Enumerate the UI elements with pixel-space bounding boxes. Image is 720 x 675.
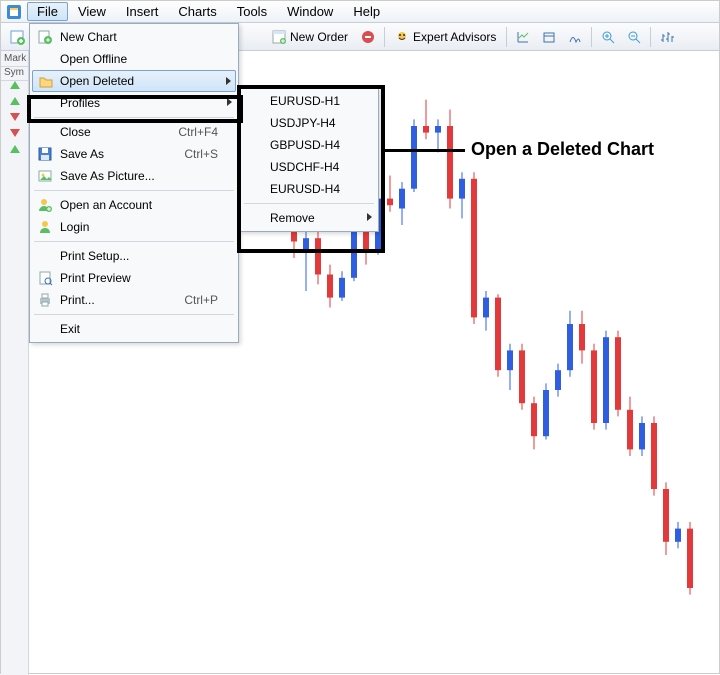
symbol-down-icon — [10, 113, 20, 121]
menu-item-label: Print Setup... — [60, 249, 129, 263]
submenu-item-label: Remove — [270, 211, 315, 225]
symbol-up-icon — [10, 97, 20, 105]
menu-item-open-an-account[interactable]: Open an Account — [32, 194, 236, 216]
indicator-button[interactable] — [511, 26, 535, 48]
separator — [506, 27, 507, 47]
symbol-up-icon — [10, 145, 20, 153]
shortcut-label: Ctrl+F4 — [148, 125, 218, 139]
templates-button[interactable] — [563, 26, 587, 48]
file-menu-dropdown: New Chart Open Offline Open Deleted Profile… — [29, 23, 239, 343]
picture-icon — [36, 167, 54, 185]
menu-item-open-deleted[interactable]: Open Deleted — [32, 70, 236, 92]
annotation-text: Open a Deleted Chart — [471, 139, 654, 160]
separator — [384, 27, 385, 47]
periods-button[interactable] — [537, 26, 561, 48]
menu-insert[interactable]: Insert — [116, 2, 169, 21]
menu-item-print-setup[interactable]: Print Setup... — [32, 245, 236, 267]
shortcut-label: Ctrl+P — [154, 293, 218, 307]
submenu-arrow-icon — [367, 213, 372, 221]
print-icon — [36, 291, 54, 309]
symbol-up-icon — [10, 81, 20, 89]
symbol-column-header: Sym — [1, 65, 28, 81]
shortcut-label: Ctrl+S — [154, 147, 218, 161]
zoom-in-button[interactable] — [596, 26, 620, 48]
annotation-arrow — [385, 149, 465, 152]
menu-item-label: New Chart — [60, 30, 117, 44]
submenu-item-label: USDCHF-H4 — [270, 160, 339, 174]
new-chart-icon — [36, 28, 54, 46]
submenu-item-label: EURUSD-H1 — [270, 94, 340, 108]
open-deleted-submenu: EURUSD-H1 USDJPY-H4 GBPUSD-H4 USDCHF-H4 EURU… — [239, 87, 379, 232]
new-order-label: New Order — [290, 30, 348, 44]
menu-item-print-preview[interactable]: Print Preview — [32, 267, 236, 289]
separator — [591, 27, 592, 47]
menu-item-close[interactable]: Close Ctrl+F4 — [32, 121, 236, 143]
zoom-out-button[interactable] — [622, 26, 646, 48]
submenu-item-label: USDJPY-H4 — [270, 116, 336, 130]
menu-item-label: Open Deleted — [60, 74, 134, 88]
bar-chart-button[interactable] — [655, 26, 679, 48]
submenu-item-usdchf-h4[interactable]: USDCHF-H4 — [242, 156, 376, 178]
market-watch-panel: Mark Sym — [1, 51, 29, 675]
menu-item-save-as-picture[interactable]: Save As Picture... — [32, 165, 236, 187]
print-preview-icon — [36, 269, 54, 287]
menu-item-save-as[interactable]: Save As Ctrl+S — [32, 143, 236, 165]
menu-separator — [34, 314, 234, 315]
menu-item-print[interactable]: Print... Ctrl+P — [32, 289, 236, 311]
submenu-item-eurusd-h4[interactable]: EURUSD-H4 — [242, 178, 376, 200]
new-order-button[interactable]: New Order — [266, 28, 354, 46]
menu-separator — [34, 117, 234, 118]
folder-open-icon — [37, 73, 55, 91]
submenu-item-gbpusd-h4[interactable]: GBPUSD-H4 — [242, 134, 376, 156]
menu-bar: FileViewInsertChartsToolsWindowHelp — [1, 1, 719, 23]
menu-help[interactable]: Help — [343, 2, 390, 21]
menu-item-label: Print... — [60, 293, 95, 307]
submenu-item-label: GBPUSD-H4 — [270, 138, 340, 152]
app-icon — [5, 3, 23, 21]
menu-view[interactable]: View — [68, 2, 116, 21]
menu-separator — [34, 190, 234, 191]
menu-separator — [244, 203, 374, 204]
submenu-item-eurusd-h1[interactable]: EURUSD-H1 — [242, 90, 376, 112]
menu-window[interactable]: Window — [277, 2, 343, 21]
new-chart-button[interactable] — [5, 26, 29, 48]
menu-item-label: Save As Picture... — [60, 169, 155, 183]
menu-item-label: Exit — [60, 322, 80, 336]
menu-item-exit[interactable]: Exit — [32, 318, 236, 340]
menu-tools[interactable]: Tools — [227, 2, 277, 21]
submenu-arrow-icon — [226, 77, 231, 85]
submenu-item-remove[interactable]: Remove — [242, 207, 376, 229]
menu-file[interactable]: File — [27, 2, 68, 21]
autotrading-button[interactable] — [356, 26, 380, 48]
menu-item-label: Profiles — [60, 96, 100, 110]
menu-item-login[interactable]: Login — [32, 216, 236, 238]
menu-item-label: Save As — [60, 147, 104, 161]
submenu-item-usdjpy-h4[interactable]: USDJPY-H4 — [242, 112, 376, 134]
menu-charts[interactable]: Charts — [168, 2, 226, 21]
user-icon — [36, 218, 54, 236]
separator — [650, 27, 651, 47]
menu-item-label: Close — [60, 125, 91, 139]
expert-advisors-label: Expert Advisors — [413, 30, 496, 44]
symbol-down-icon — [10, 129, 20, 137]
save-icon — [36, 145, 54, 163]
menu-item-new-chart[interactable]: New Chart — [32, 26, 236, 48]
menu-item-open-offline[interactable]: Open Offline — [32, 48, 236, 70]
submenu-arrow-icon — [227, 98, 232, 106]
menu-item-label: Print Preview — [60, 271, 131, 285]
user-add-icon — [36, 196, 54, 214]
menu-item-label: Login — [60, 220, 89, 234]
menu-item-label: Open an Account — [60, 198, 152, 212]
submenu-item-label: EURUSD-H4 — [270, 182, 340, 196]
menu-item-profiles[interactable]: Profiles — [32, 92, 236, 114]
menu-item-label: Open Offline — [60, 52, 127, 66]
menu-separator — [34, 241, 234, 242]
expert-advisors-button[interactable]: Expert Advisors — [389, 28, 502, 46]
